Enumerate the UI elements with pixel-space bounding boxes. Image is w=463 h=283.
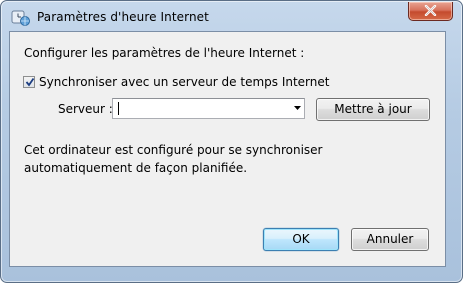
ok-button[interactable]: OK <box>263 228 339 251</box>
text-cursor <box>118 102 119 115</box>
checkmark-icon <box>25 77 35 87</box>
close-icon <box>424 5 437 16</box>
sync-checkbox-label[interactable]: Synchroniser avec un serveur de temps In… <box>39 75 329 89</box>
server-combobox[interactable] <box>112 98 305 119</box>
configure-label: Configurer les paramètres de l'heure Int… <box>24 46 305 60</box>
dialog-window: Paramètres d'heure Internet Configurer l… <box>0 0 463 283</box>
clock-globe-icon <box>11 9 31 27</box>
cancel-button[interactable]: Annuler <box>351 228 429 251</box>
chevron-down-icon[interactable] <box>294 106 301 110</box>
sync-info-text: Cet ordinateur est configuré pour se syn… <box>24 143 323 175</box>
update-now-button[interactable]: Mettre à jour <box>316 98 430 121</box>
server-label: Serveur : <box>58 102 113 116</box>
window-title: Paramètres d'heure Internet <box>37 10 209 24</box>
close-button[interactable] <box>408 2 453 21</box>
title-bar[interactable]: Paramètres d'heure Internet <box>1 1 462 33</box>
sync-checkbox[interactable] <box>23 76 35 88</box>
